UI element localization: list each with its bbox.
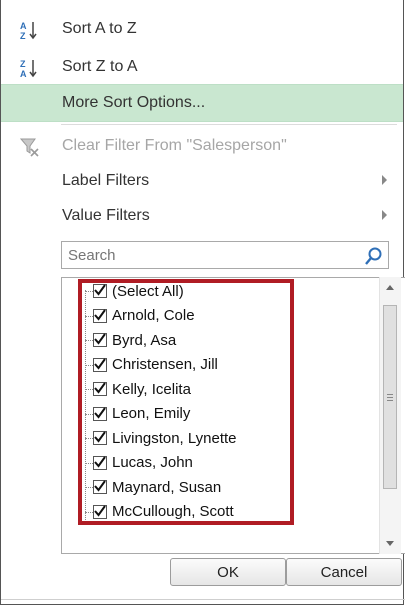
list-item-label: Livingston, Lynette <box>112 429 237 447</box>
list-item[interactable]: Lucas, John <box>93 451 193 475</box>
more-sort-options-label: More Sort Options... <box>62 94 206 111</box>
label-filters-label: Label Filters <box>62 172 150 189</box>
submenu-arrow-icon <box>382 210 387 220</box>
checkbox[interactable] <box>93 480 107 494</box>
scroll-thumb[interactable] <box>383 305 397 489</box>
list-item-label: Leon, Emily <box>112 405 191 422</box>
checkbox[interactable] <box>93 284 107 298</box>
tree-branch <box>85 438 93 439</box>
svg-text:A: A <box>20 69 27 79</box>
clear-filter-label: Clear Filter From "Salesperson" <box>62 137 287 154</box>
tree-connector <box>85 290 86 520</box>
label-filters-item[interactable]: Label Filters <box>1 162 403 200</box>
list-item[interactable]: Maynard, Susan <box>93 475 221 499</box>
tree-branch <box>85 487 93 488</box>
checkbox[interactable] <box>93 406 107 421</box>
svg-text:A: A <box>20 21 27 31</box>
list-item[interactable]: McCullough, Scott <box>93 500 234 524</box>
list-item-label: (Select All) <box>112 282 184 300</box>
clear-filter-item: Clear Filter From "Salesperson" <box>1 127 403 165</box>
scroll-down-icon[interactable] <box>386 541 394 546</box>
list-scrollbar[interactable] <box>379 277 401 554</box>
ok-button[interactable]: OK <box>170 558 286 586</box>
menu-bottom-border <box>1 599 405 600</box>
menu-separator <box>61 124 397 125</box>
checkbox[interactable] <box>93 357 107 372</box>
tree-branch <box>85 315 93 317</box>
filter-dropdown-menu: A Z Sort A to Z Z A Sort Z to A More Sor… <box>0 0 405 605</box>
sort-descending-icon: Z A <box>19 58 39 79</box>
list-item[interactable]: Livingston, Lynette <box>93 426 237 450</box>
magnifier-icon[interactable] <box>364 246 384 266</box>
sort-ascending-icon: A Z <box>19 20 39 41</box>
tree-branch <box>85 364 93 366</box>
checkbox[interactable] <box>93 455 107 470</box>
sort-a-to-z-label: Sort A to Z <box>62 20 137 37</box>
list-item-label: Arnold, Cole <box>112 307 195 324</box>
svg-text:Z: Z <box>20 59 26 69</box>
value-filters-label: Value Filters <box>62 207 150 224</box>
more-sort-options-item[interactable]: More Sort Options... <box>1 84 403 122</box>
list-item[interactable]: Byrd, Asa <box>93 328 176 352</box>
cancel-button[interactable]: Cancel <box>286 558 402 586</box>
tree-branch <box>85 340 93 341</box>
list-item-label: Byrd, Asa <box>112 331 177 349</box>
tree-branch <box>85 511 93 513</box>
list-item[interactable]: Christensen, Jill <box>93 353 218 377</box>
checkbox[interactable] <box>93 431 107 445</box>
checkbox[interactable] <box>93 504 107 519</box>
scroll-up-icon[interactable] <box>386 285 394 290</box>
sort-z-to-a-label: Sort Z to A <box>62 58 138 75</box>
list-item[interactable]: Arnold, Cole <box>93 304 195 328</box>
search-box[interactable] <box>61 241 389 269</box>
search-input[interactable] <box>68 245 358 265</box>
tree-branch <box>85 413 93 415</box>
svg-text:Z: Z <box>20 31 26 41</box>
submenu-arrow-icon <box>382 175 387 185</box>
list-item[interactable]: (Select All) <box>93 279 184 303</box>
list-item[interactable]: Leon, Emily <box>93 402 190 426</box>
sort-a-to-z-item[interactable]: A Z Sort A to Z <box>1 10 403 48</box>
list-item-label: Christensen, Jill <box>112 356 218 373</box>
tree-branch <box>85 291 93 292</box>
list-item-label: Kelly, Icelita <box>112 380 191 398</box>
tree-branch <box>85 462 93 464</box>
tree-branch <box>85 389 93 390</box>
checkbox[interactable] <box>93 333 107 347</box>
sort-z-to-a-item[interactable]: Z A Sort Z to A <box>1 48 403 86</box>
list-item-label: Lucas, John <box>112 454 193 471</box>
list-item-label: McCullough, Scott <box>112 503 234 520</box>
checkbox[interactable] <box>93 308 107 323</box>
list-item[interactable]: Kelly, Icelita <box>93 377 191 401</box>
value-filters-item[interactable]: Value Filters <box>1 197 403 235</box>
clear-filter-icon <box>19 137 39 157</box>
checkbox[interactable] <box>93 382 107 396</box>
list-item-label: Maynard, Susan <box>112 478 222 496</box>
